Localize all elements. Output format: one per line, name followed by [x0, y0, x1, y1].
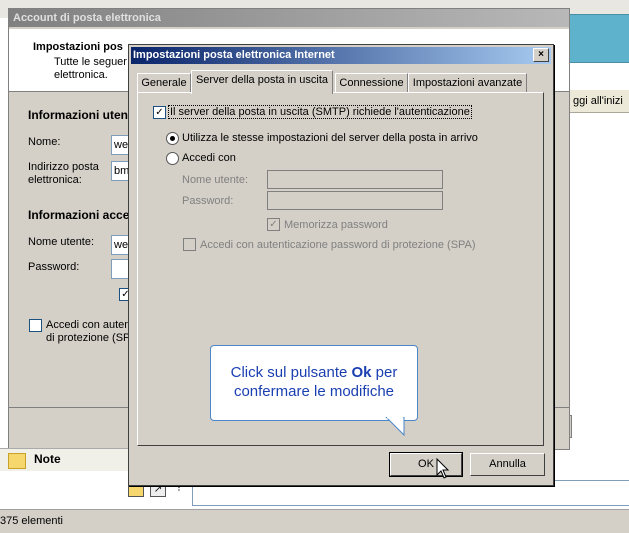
- smtp-auth-checkbox[interactable]: ✓: [153, 106, 166, 119]
- remember-password-checkbox[interactable]: ✓: [267, 218, 280, 231]
- account-window-titlebar: Account di posta elettronica: [9, 9, 569, 27]
- dialog-titlebar: Impostazioni posta elettronica Internet …: [131, 47, 551, 64]
- radio-same-settings[interactable]: [166, 132, 179, 145]
- email-label-line1: Indirizzo posta: [28, 161, 99, 173]
- account-window-title: Account di posta elettronica: [13, 12, 161, 24]
- spa-auth-label: Accedi con autenticazione password di pr…: [200, 239, 476, 251]
- header-desc-line2: elettronica.: [54, 69, 108, 81]
- section-access-info: Informazioni acce: [28, 208, 130, 222]
- note-icon: [8, 453, 26, 469]
- tab-advanced[interactable]: Impostazioni avanzate: [408, 73, 527, 93]
- radio-same-settings-label: Utilizza le stesse impostazioni del serv…: [182, 132, 478, 144]
- spa-label-line2: di protezione (SP: [46, 332, 131, 344]
- smtp-auth-label: Il server della posta in uscita (SMTP) r…: [168, 105, 472, 119]
- status-bar: 375 elementi: [0, 509, 629, 533]
- callout-text-after: per: [371, 364, 398, 381]
- mouse-cursor-icon: [436, 458, 450, 479]
- spa-auth-checkbox[interactable]: [183, 238, 196, 251]
- callout-text: Click sul pulsante Ok per confermare le …: [211, 363, 417, 401]
- radio-login-with[interactable]: [166, 152, 179, 165]
- spa-label-line1: Accedi con auten: [46, 319, 131, 331]
- tutorial-callout: Click sul pulsante Ok per confermare le …: [210, 345, 418, 421]
- dialog-title: Impostazioni posta elettronica Internet: [133, 49, 335, 61]
- password-label: Password:: [28, 261, 80, 273]
- tab-connessione[interactable]: Connessione: [335, 73, 408, 93]
- status-text: 375 elementi: [0, 515, 63, 527]
- ok-button[interactable]: OK: [389, 452, 463, 477]
- callout-text-bold: Ok: [351, 364, 372, 381]
- callout-text-before: Click sul pulsante: [230, 364, 352, 381]
- outgoing-password-field[interactable]: [267, 191, 443, 210]
- close-icon[interactable]: ×: [533, 48, 549, 62]
- remember-password-label: Memorizza password: [284, 219, 388, 231]
- radio-login-with-label: Accedi con: [182, 152, 236, 164]
- section-user-info: Informazioni uten: [28, 108, 128, 122]
- outgoing-username-field[interactable]: [267, 170, 443, 189]
- header-title: Impostazioni pos: [33, 41, 123, 53]
- callout-text-line2: confermare le modifiche: [233, 383, 395, 400]
- username-label: Nome utente:: [28, 236, 95, 248]
- callout-pointer: [385, 417, 405, 437]
- spa-checkbox[interactable]: [29, 319, 42, 332]
- name-label: Nome:: [28, 136, 61, 148]
- note-bar[interactable]: Note: [0, 448, 135, 471]
- outgoing-username-label: Nome utente:: [182, 174, 249, 186]
- email-label-line2: elettronica:: [28, 174, 82, 186]
- tab-generale[interactable]: Generale: [137, 73, 191, 93]
- outgoing-password-label: Password:: [182, 195, 234, 207]
- note-label: Note: [34, 452, 61, 466]
- tab-outgoing-server[interactable]: Server della posta in uscita: [191, 70, 333, 94]
- cancel-button[interactable]: Annulla: [470, 453, 545, 476]
- header-desc-line1: Tutte le seguer: [54, 56, 127, 68]
- grid-column-header-label: ggi all'inizi: [573, 95, 623, 107]
